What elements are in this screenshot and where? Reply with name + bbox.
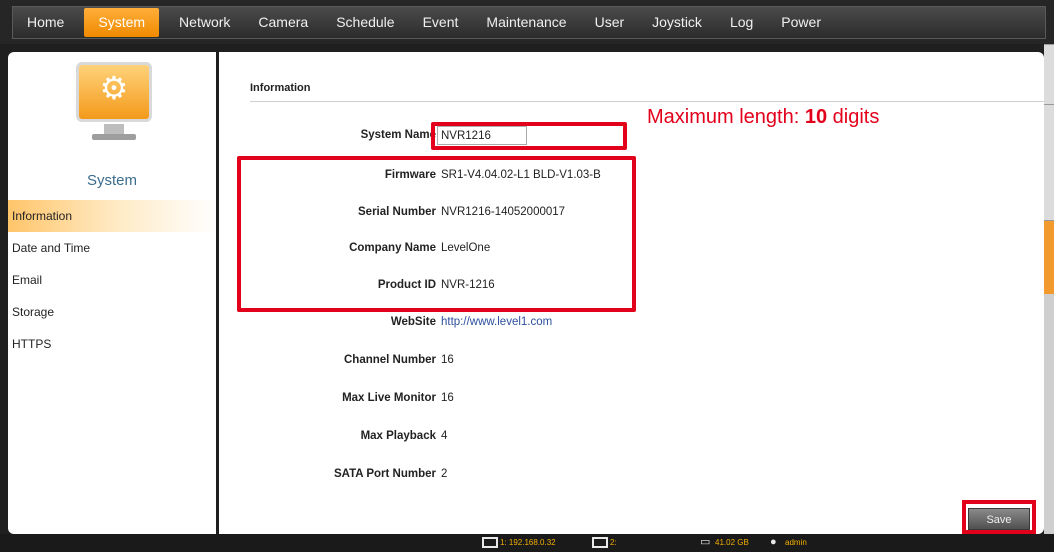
max-playback-row: Max Playback 4 <box>219 430 1044 446</box>
right-side-tabs <box>1044 44 1054 534</box>
nav-log[interactable]: Log <box>716 8 767 37</box>
max-live-monitor-label: Max Live Monitor <box>342 392 436 404</box>
max-playback-label: Max Playback <box>360 430 436 442</box>
sata-port-value: 2 <box>441 468 448 480</box>
sidebar-title: System <box>86 172 137 189</box>
nav-user[interactable]: User <box>581 8 639 37</box>
channel-number-value: 16 <box>441 354 454 366</box>
website-link[interactable]: http://www.level1.com <box>441 316 552 328</box>
max-playback-value: 4 <box>441 430 448 442</box>
section-heading: Information <box>250 82 311 94</box>
status-bar: 1: 192.168.0.32 2: ▭ 41.02 GB ● admin <box>0 534 1054 552</box>
side-tab-playback[interactable] <box>1044 104 1054 220</box>
sata-port-row: SATA Port Number 2 <box>219 468 1044 484</box>
sidebar-menu: Information Date and Time Email Storage … <box>8 200 216 360</box>
system-name-highlight <box>431 122 627 150</box>
system-name-label: System Name <box>360 129 436 141</box>
save-button[interactable]: Save <box>968 508 1030 530</box>
nav-event[interactable]: Event <box>409 8 473 37</box>
main-panel: Information System Name Firmware SR1-V4.… <box>219 52 1044 534</box>
max-live-monitor-value: 16 <box>441 392 454 404</box>
top-nav-bar: Home System Network Camera Schedule Even… <box>0 0 1054 44</box>
sata-port-label: SATA Port Number <box>333 468 436 480</box>
device-info-highlight <box>237 156 636 312</box>
sidebar-item-email[interactable]: Email <box>8 264 216 296</box>
sidebar-item-information[interactable]: Information <box>8 200 216 232</box>
nav-network[interactable]: Network <box>165 8 244 37</box>
sidebar-item-storage[interactable]: Storage <box>8 296 216 328</box>
system-name-row: System Name <box>219 126 1044 145</box>
nav-schedule[interactable]: Schedule <box>322 8 408 37</box>
status-channel-2: 2: <box>592 536 617 550</box>
sidebar-item-date-and-time[interactable]: Date and Time <box>8 232 216 264</box>
website-label: WebSite <box>390 316 436 328</box>
nav-camera[interactable]: Camera <box>244 8 322 37</box>
nav-maintenance[interactable]: Maintenance <box>472 8 580 37</box>
nav-home[interactable]: Home <box>13 8 78 37</box>
nav-joystick[interactable]: Joystick <box>638 8 716 37</box>
user-icon: ● <box>770 536 777 549</box>
nav-system[interactable]: System <box>84 8 160 37</box>
channel-number-label: Channel Number <box>343 354 436 366</box>
sidebar-item-https[interactable]: HTTPS <box>8 328 216 360</box>
status-channel-1: 1: 192.168.0.32 <box>482 536 556 550</box>
sidebar: ⚙ System Information Date and Time Email… <box>8 52 216 534</box>
website-row: WebSite http://www.level1.com <box>219 316 1044 332</box>
nav-power[interactable]: Power <box>767 8 835 37</box>
max-live-monitor-row: Max Live Monitor 16 <box>219 392 1044 408</box>
max-length-annotation: Maximum length: 10 digits <box>647 106 880 128</box>
side-tab-setup[interactable] <box>1044 220 1054 294</box>
side-tab-live[interactable] <box>1044 44 1054 104</box>
channel-number-row: Channel Number 16 <box>219 354 1044 370</box>
monitor-icon <box>592 537 608 549</box>
monitor-gear-icon: ⚙ <box>76 62 152 140</box>
status-user: ● admin <box>770 536 807 549</box>
monitor-icon <box>482 537 498 549</box>
nav-menu: Home System Network Camera Schedule Even… <box>12 6 1046 39</box>
status-disk: ▭ 41.02 GB <box>700 536 749 549</box>
hard-disk-icon: ▭ <box>700 536 711 549</box>
heading-divider <box>250 101 1044 102</box>
